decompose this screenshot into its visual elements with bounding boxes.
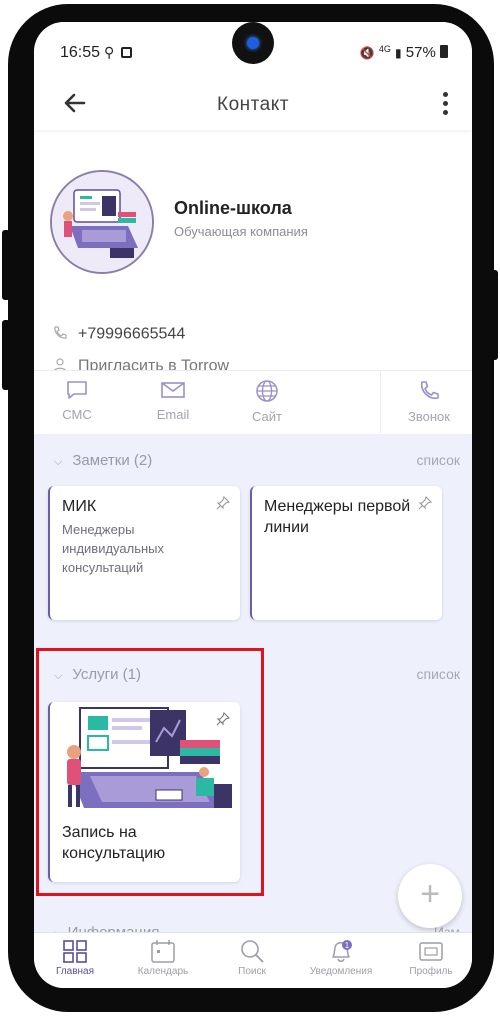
status-left-icons: ⚲ [104,44,133,61]
more-menu-icon[interactable] [438,90,452,118]
note-title: МИК [62,498,97,515]
pin-icon[interactable] [418,495,433,513]
site-label: Сайт [252,409,282,424]
services-list-link[interactable]: СПИСОК [417,666,460,682]
email-label: Email [156,407,190,422]
bell-icon: 1 [332,940,352,962]
highlight-box [36,648,264,896]
calendar-icon [151,940,175,963]
notes-section-header[interactable]: ⌵ Заметки (2) СПИСОК [34,452,472,476]
action-divider [380,371,381,433]
call-label: Звонок [408,409,450,424]
site-action[interactable]: Сайт [232,379,302,424]
note-title: Менеджеры первой линии [264,498,411,536]
media-status-icon [121,47,133,58]
nav-search[interactable]: Поиск [209,939,295,977]
pin-icon[interactable] [216,495,231,513]
sms-action[interactable]: СМС [42,379,112,422]
company-avatar[interactable] [50,170,154,274]
phone-icon [52,325,70,344]
power-button [490,270,498,360]
notes-section-title: ⌵ Заметки (2) [54,452,153,469]
nav-notifications[interactable]: 1 Уведомления [298,939,384,977]
volume-button [2,320,10,390]
nav-calendar-label: Календарь [137,966,189,977]
phone-number: +79996665544 [78,325,186,343]
search-status-icon: ⚲ [104,44,115,60]
nav-search-label: Поиск [238,966,266,977]
note-card[interactable]: Менеджеры первой линии [250,486,442,620]
envelope-icon [161,382,185,398]
notification-badge: 1 [345,941,350,950]
nav-home-label: Главная [55,966,95,977]
page-title: Контакт [217,94,289,115]
battery-level: 57% [405,44,436,61]
mute-icon: 🔇 [359,46,375,60]
nav-profile-label: Профиль [409,966,453,977]
nav-calendar[interactable]: Календарь [120,939,206,977]
status-right: 🔇 4G ▮ 57% [360,44,448,61]
call-action[interactable]: Звонок [394,379,464,424]
add-fab[interactable]: + [398,864,462,928]
nav-profile[interactable]: Профиль [388,939,472,977]
phone-row[interactable]: +79996665544 [52,325,185,344]
network-label: 4G [378,44,391,54]
note-text: Менеджеры индивидуальных консультаций [62,522,165,575]
search-icon [241,940,264,963]
contact-subtitle: Обучающая компания [174,224,308,239]
home-grid-icon [63,940,87,963]
signal-icon: ▮ [395,46,402,60]
status-time: 16:55 [60,44,101,61]
nav-home[interactable]: Главная [34,939,118,977]
bottom-nav: Главная Календарь Поиск 1 Уведомления Пр… [34,932,472,988]
note-card[interactable]: МИК Менеджеры индивидуальных консультаци… [48,486,240,620]
chevron-down-icon: ⌵ [54,456,63,468]
front-camera [232,22,274,64]
contact-actions: СМС Email Сайт Звонок [34,370,472,434]
nav-notifications-label: Уведомления [309,966,373,977]
message-icon [67,381,87,399]
phone-icon [420,381,439,400]
profile-card-icon [419,942,443,961]
battery-icon [440,45,448,58]
globe-icon [256,380,278,402]
contact-name: Online-школа [174,198,292,218]
sms-label: СМС [62,407,92,422]
contact-profile: Online-школа Обучающая компания +7999666… [34,130,472,375]
email-action[interactable]: Email [138,379,208,422]
volume-button [2,230,10,300]
notes-list-link[interactable]: СПИСОК [417,452,460,468]
app-bar: Контакт [34,80,472,130]
